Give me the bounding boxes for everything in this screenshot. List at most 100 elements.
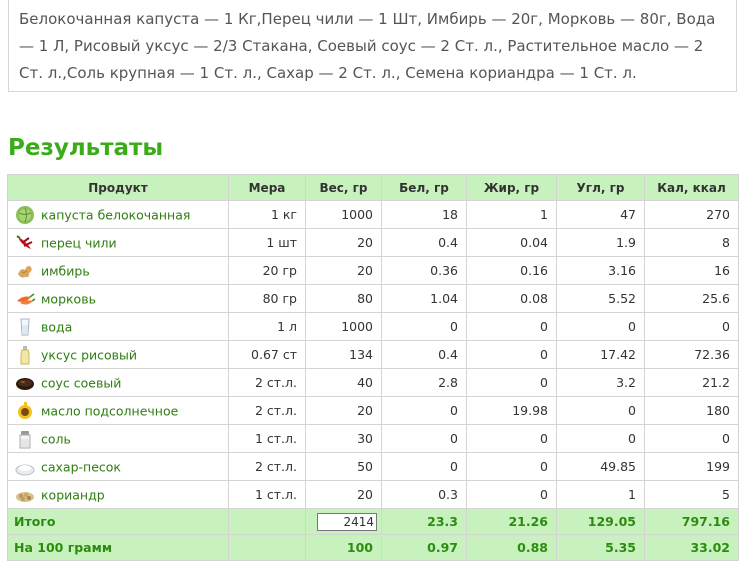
- total-weight-cell: [305, 508, 382, 535]
- fat-cell: 0: [466, 424, 557, 453]
- kcal-cell: 270: [644, 200, 739, 229]
- product-link[interactable]: морковь: [41, 291, 96, 306]
- product-cell: капуста белокочанная: [7, 200, 229, 229]
- product-link[interactable]: кориандр: [41, 487, 105, 502]
- total-weight-input[interactable]: [317, 512, 377, 531]
- weight-cell: 20: [305, 256, 382, 285]
- column-header-fat[interactable]: Жир, гр: [466, 174, 557, 201]
- measure-cell: 1 л: [228, 312, 306, 341]
- carbs-cell: 49.85: [556, 452, 645, 481]
- carbs-cell: 47: [556, 200, 645, 229]
- product-link[interactable]: масло подсолнечное: [41, 403, 178, 418]
- measure-cell: 1 шт: [228, 228, 306, 257]
- protein-cell: 0: [381, 452, 467, 481]
- measure-cell: 1 ст.л.: [228, 424, 306, 453]
- ingredients-list: Белокочанная капуста — 1 Кг,Перец чили —…: [8, 0, 737, 92]
- carbs-cell: 0: [556, 424, 645, 453]
- product-link[interactable]: сахар-песок: [41, 459, 121, 474]
- protein-cell: 0.4: [381, 340, 467, 369]
- product-cell: уксус рисовый: [7, 340, 229, 369]
- total-row: Итого 23.3 21.26 129.05 797.16: [7, 508, 739, 535]
- measure-cell: 1 ст.л.: [228, 480, 306, 509]
- total-protein: 23.3: [381, 508, 467, 535]
- column-header-protein[interactable]: Бел, гр: [381, 174, 467, 201]
- carrot-icon: [14, 289, 36, 309]
- protein-cell: 18: [381, 200, 467, 229]
- fat-cell: 0: [466, 368, 557, 397]
- table-row: уксус рисовый 0.67 ст 134 0.4 0 17.42 72.36: [7, 340, 739, 369]
- product-link[interactable]: имбирь: [41, 263, 90, 278]
- product-cell: имбирь: [7, 256, 229, 285]
- product-link[interactable]: соус соевый: [41, 375, 121, 390]
- table-row: соль 1 ст.л. 30 0 0 0 0: [7, 424, 739, 453]
- column-header-carbs[interactable]: Угл, гр: [556, 174, 645, 201]
- fat-cell: 0: [466, 480, 557, 509]
- fat-cell: 0.16: [466, 256, 557, 285]
- nutrition-table: Продукт Мера Вес, гр Бел, гр Жир, гр Угл…: [7, 174, 739, 561]
- total-measure-cell: [228, 508, 306, 535]
- protein-cell: 0.36: [381, 256, 467, 285]
- fat-cell: 0: [466, 452, 557, 481]
- fat-cell: 1: [466, 200, 557, 229]
- carbs-cell: 1.9: [556, 228, 645, 257]
- column-header-measure[interactable]: Мера: [228, 174, 306, 201]
- weight-cell: 20: [305, 396, 382, 425]
- carbs-cell: 3.16: [556, 256, 645, 285]
- column-header-kcal[interactable]: Кал, ккал: [644, 174, 739, 201]
- per-100g-kcal: 33.02: [644, 534, 739, 561]
- measure-cell: 2 ст.л.: [228, 452, 306, 481]
- kcal-cell: 0: [644, 424, 739, 453]
- measure-cell: 2 ст.л.: [228, 396, 306, 425]
- carbs-cell: 3.2: [556, 368, 645, 397]
- kcal-cell: 72.36: [644, 340, 739, 369]
- table-row: капуста белокочанная 1 кг 1000 18 1 47 270: [7, 200, 739, 229]
- table-row: сахар-песок 2 ст.л. 50 0 0 49.85 199: [7, 452, 739, 481]
- weight-cell: 50: [305, 452, 382, 481]
- carbs-cell: 0: [556, 396, 645, 425]
- kcal-cell: 199: [644, 452, 739, 481]
- total-kcal: 797.16: [644, 508, 739, 535]
- carbs-cell: 17.42: [556, 340, 645, 369]
- table-row: кориандр 1 ст.л. 20 0.3 0 1 5: [7, 480, 739, 509]
- fat-cell: 0: [466, 312, 557, 341]
- product-link[interactable]: капуста белокочанная: [41, 207, 190, 222]
- measure-cell: 1 кг: [228, 200, 306, 229]
- fat-cell: 0.04: [466, 228, 557, 257]
- table-row: соус соевый 2 ст.л. 40 2.8 0 3.2 21.2: [7, 368, 739, 397]
- product-link[interactable]: вода: [41, 319, 72, 334]
- ginger-icon: [14, 261, 36, 281]
- weight-cell: 134: [305, 340, 382, 369]
- coriander-seeds-icon: [14, 485, 36, 505]
- per-100g-row: На 100 грамм 100 0.97 0.88 5.35 33.02: [7, 534, 739, 561]
- per-100g-label: На 100 грамм: [7, 534, 229, 561]
- weight-cell: 40: [305, 368, 382, 397]
- kcal-cell: 21.2: [644, 368, 739, 397]
- cabbage-icon: [14, 205, 36, 225]
- product-cell: масло подсолнечное: [7, 396, 229, 425]
- product-cell: сахар-песок: [7, 452, 229, 481]
- product-link[interactable]: перец чили: [41, 235, 117, 250]
- kcal-cell: 5: [644, 480, 739, 509]
- product-link[interactable]: соль: [41, 431, 71, 446]
- column-header-weight[interactable]: Вес, гр: [305, 174, 382, 201]
- product-link[interactable]: уксус рисовый: [41, 347, 137, 362]
- kcal-cell: 8: [644, 228, 739, 257]
- protein-cell: 0: [381, 312, 467, 341]
- kcal-cell: 16: [644, 256, 739, 285]
- weight-cell: 20: [305, 228, 382, 257]
- carbs-cell: 5.52: [556, 284, 645, 313]
- weight-cell: 20: [305, 480, 382, 509]
- column-header-product[interactable]: Продукт: [7, 174, 229, 201]
- per-100g-fat: 0.88: [466, 534, 557, 561]
- sunflower-oil-icon: [14, 401, 36, 421]
- carbs-cell: 1: [556, 480, 645, 509]
- product-cell: кориандр: [7, 480, 229, 509]
- protein-cell: 0: [381, 396, 467, 425]
- measure-cell: 20 гр: [228, 256, 306, 285]
- carbs-cell: 0: [556, 312, 645, 341]
- weight-cell: 30: [305, 424, 382, 453]
- protein-cell: 0.4: [381, 228, 467, 257]
- protein-cell: 0: [381, 424, 467, 453]
- table-row: имбирь 20 гр 20 0.36 0.16 3.16 16: [7, 256, 739, 285]
- per-100g-carbs: 5.35: [556, 534, 645, 561]
